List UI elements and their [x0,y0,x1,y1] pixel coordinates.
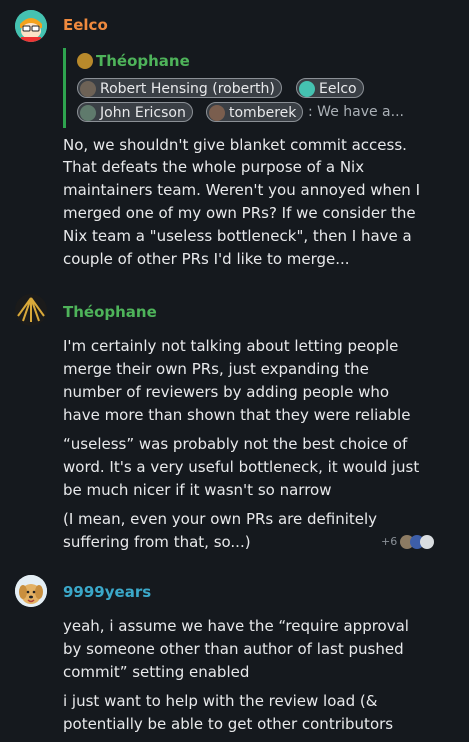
mention-eelco[interactable]: Eelco [296,78,364,98]
message-line: No, we shouldn't give blanket commit acc… [63,136,407,154]
message-line: number of reviewers by adding people who [63,383,390,401]
sender-name[interactable]: 9999years [63,583,151,601]
message-line: word. It's a very useful bottleneck, it … [63,458,420,476]
sender-name[interactable]: Théophane [63,303,157,321]
john-ericson-avatar [80,105,96,121]
message-line: i just want to help with the review load… [63,692,378,710]
message-line: be much nicer if it wasn't so narrow [63,481,332,499]
message-line: merge their own PRs, just expanding the [63,360,369,378]
9999years-avatar[interactable] [15,575,47,607]
message-line: Nix team a "useless bottleneck", then I … [63,227,412,245]
message-line: (I mean, even your own PRs are definitel… [63,510,378,528]
message-line: yeah, i assume we have the “require appr… [63,617,409,635]
reply-preview: : We have a... [308,104,404,120]
message-line: I'm certainly not talking about letting … [63,337,399,355]
message-line: have more than shown that they were reli… [63,406,411,424]
eelco-avatar[interactable] [15,10,47,42]
message-line: potentially be able to get other contrib… [63,715,394,733]
message-line: That defeats the whole purpose of a Nix [63,158,365,176]
message-line: “useless” was probably not the best choi… [63,435,408,453]
message-line: maintainers team. Weren't you annoyed wh… [63,181,420,199]
read-receipt-avatar[interactable] [420,535,434,549]
mention-roberth[interactable]: Robert Hensing (roberth) [77,78,282,98]
mention-tomberek[interactable]: tomberek [206,102,304,122]
reply-quote[interactable]: Théophane Robert Hensing (roberth) Eelco… [63,48,404,128]
read-receipts-count[interactable]: +6 [381,535,397,548]
golden-shell-avatar-icon [15,294,47,326]
cartoon-scientist-avatar-icon [15,10,47,42]
message-line: couple of other PRs I'd like to merge... [63,250,350,268]
tomberek-avatar [209,105,225,121]
roberth-avatar [80,81,96,97]
mention-john-ericson[interactable]: John Ericson [77,102,193,122]
golden-retriever-avatar-icon [15,575,47,607]
message-line: merged one of my own PRs? If we consider… [63,204,416,222]
message-line: by someone other than author of last pus… [63,640,404,658]
theophane-avatar[interactable] [15,294,47,326]
message-line: suffering from that, so...) [63,533,251,551]
eelco-mini-avatar [299,81,315,97]
sender-name[interactable]: Eelco [63,16,108,34]
message-line: commit” setting enabled [63,663,250,681]
theophane-small-avatar [77,53,93,69]
reply-sender: Théophane [96,52,190,70]
